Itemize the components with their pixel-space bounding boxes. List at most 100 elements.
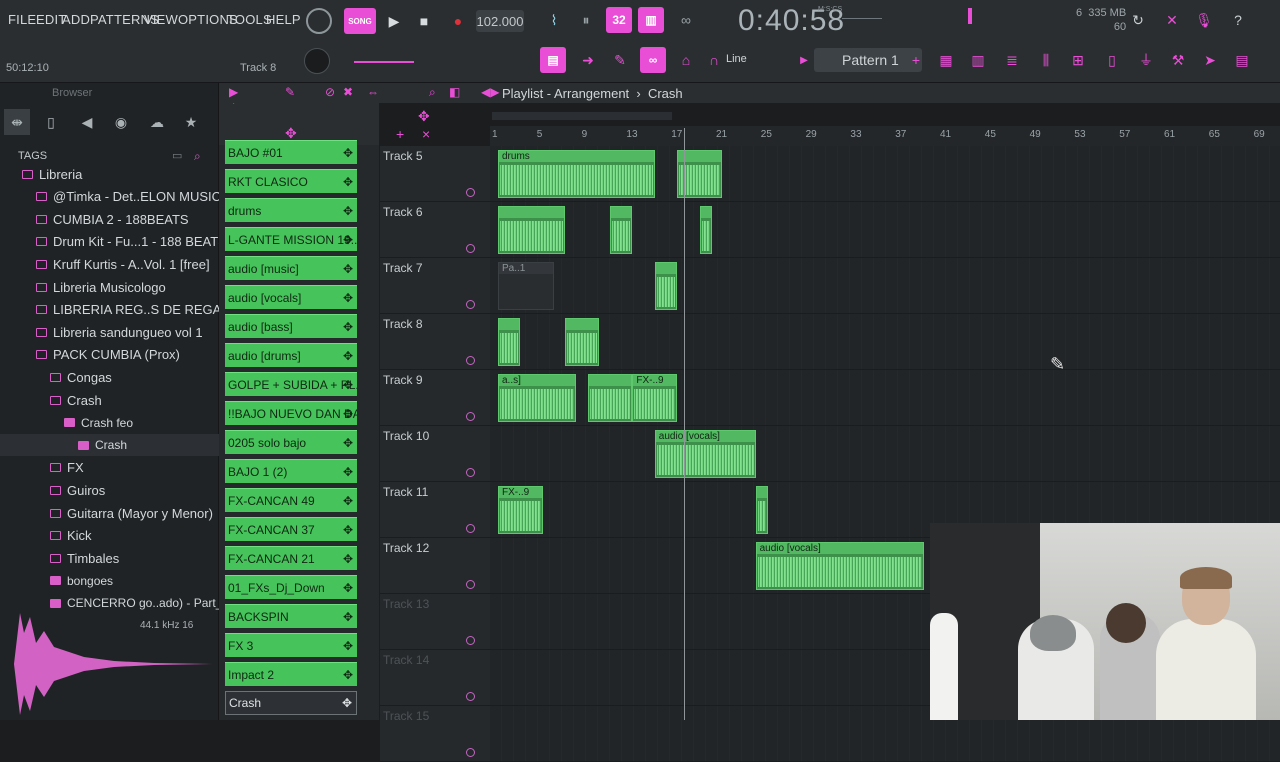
master-volume-knob[interactable] [306,8,332,34]
channel-button[interactable]: FX-CANCAN 49 ✥ [225,488,357,512]
track-header[interactable]: Track 12 [380,538,490,594]
browser-item[interactable]: Libreria [0,163,234,185]
channel-button[interactable]: audio [music] ✥ [225,256,357,280]
pencil-icon[interactable]: ✎ [608,48,632,72]
overview-scrollbar[interactable] [492,112,672,120]
audio-clip[interactable]: FX-..9 [498,486,543,534]
audio-clip[interactable] [498,318,521,366]
channel-button[interactable]: 01_FXs_Dj_Down ✥ [225,575,357,599]
draw-tool-icon[interactable]: ✎ [285,85,295,99]
channel-drag-icon[interactable]: ✥ [343,436,353,450]
track-mute-icon[interactable] [466,524,475,533]
playlist-icon[interactable]: ▤ [540,47,566,73]
current-project-icon[interactable]: ▯ [38,109,64,135]
audio-clip[interactable] [587,374,633,422]
track-mute-icon[interactable] [466,188,475,197]
piano-roll-icon[interactable]: ≣ [1000,48,1024,72]
channel-button[interactable]: audio [drums] ✥ [225,343,357,367]
folder-icon[interactable]: ▭ [172,149,182,162]
playlist-menu-icon[interactable]: ▶ [229,85,238,99]
plugin-icon[interactable]: ✕ [1160,8,1184,32]
scroll-icon[interactable]: ✥ [418,108,430,125]
channel-button[interactable]: !!BAJO NUEVO DAN DA.. ✥ [225,401,357,425]
favorites-icon[interactable]: ★ [178,109,204,135]
grid-icon[interactable]: ▤ [1230,48,1254,72]
browser-item[interactable]: Kruff Kurtis - A..Vol. 1 [free] [0,253,248,275]
magnet-icon[interactable]: ⌂ [674,48,698,72]
audio-clip[interactable]: drums [498,150,655,198]
slip-tool-icon[interactable]: ⇔ [367,85,379,99]
delete-tool-icon[interactable]: ⊘ [325,85,335,99]
channel-drag-icon[interactable]: ✥ [343,639,353,653]
channel-rack-icon[interactable]: ▥ [966,48,990,72]
send-icon[interactable]: ➤ [1198,48,1222,72]
channel-drag-icon[interactable]: ✥ [343,146,353,160]
track-mute-icon[interactable] [466,692,475,701]
browser-item[interactable]: Drum Kit - Fu...1 - 188 BEATS [0,231,248,253]
audio-clip[interactable]: audio [vocals] [755,542,924,590]
audio-clip[interactable] [699,206,712,254]
channel-button[interactable]: Impact 2 ✥ [225,662,357,686]
track-lane[interactable] [490,426,1280,482]
channel-drag-icon[interactable]: ✥ [343,204,353,218]
track-mute-icon[interactable] [466,300,475,309]
channel-drag-icon[interactable]: ✥ [343,349,353,363]
audio-clip[interactable]: FX-..9 [632,374,678,422]
channel-button[interactable]: BAJO 1 (2) ✥ [225,459,357,483]
channel-drag-icon[interactable]: ✥ [343,175,353,189]
channel-drag-icon[interactable]: ✥ [343,407,353,421]
channel-drag-icon[interactable]: ✥ [343,523,353,537]
track-lane[interactable] [490,314,1280,370]
refresh-icon[interactable]: ↻ [1126,8,1150,32]
browser-item[interactable]: CUMBIA 2 - 188BEATS [0,208,248,230]
audio-clip[interactable] [565,318,599,366]
tree-icon[interactable]: ⊞ [1066,48,1090,72]
audio-clip[interactable]: audio [vocals] [654,430,756,478]
channel-drag-icon[interactable]: ✥ [343,494,353,508]
channel-button[interactable]: audio [bass] ✥ [225,314,357,338]
channel-button[interactable]: GOLPE + SUBIDA + PL.. ✥ [225,372,357,396]
mixer-icon[interactable]: ▦ [934,48,958,72]
channel-drag-icon[interactable]: ✥ [343,581,353,595]
track-lane[interactable] [490,258,1280,314]
track-lane[interactable] [490,202,1280,258]
menu-file[interactable]: FILE [8,12,36,27]
add-track-icon[interactable]: + [396,126,404,142]
tempo-display[interactable]: 102.000 [476,10,524,32]
channel-drag-icon[interactable]: ✥ [343,465,353,479]
mute-tool-icon[interactable]: ✖ [343,85,353,99]
snap-icon[interactable]: ∩ [702,48,726,72]
channel-drag-icon[interactable]: ✥ [343,233,353,247]
track-header[interactable]: Track 10 [380,426,490,482]
zoom-tool-icon[interactable]: ⌕ [429,85,436,100]
browser-item[interactable]: PACK CUMBIA (Prox) [0,344,248,366]
plug-icon[interactable]: ⏚ [1134,48,1158,72]
browser-item[interactable]: @Timka - Det..ELON MUSIC_ [0,186,248,208]
link-icon[interactable]: ∞ [640,47,666,73]
pattern-play-icon[interactable]: ▶ [792,48,816,72]
track-mute-icon[interactable] [466,748,475,757]
metronome-icon[interactable]: ⌇ [542,8,566,32]
channel-drag-icon[interactable]: ✥ [343,291,353,305]
track-header[interactable]: Track 6 [380,202,490,258]
track-mute-icon[interactable] [466,412,475,421]
countdown-icon[interactable]: 32 [606,7,632,33]
audio-clip[interactable]: a..s] [498,374,577,422]
channel-drag-icon[interactable]: ✥ [343,320,353,334]
cloud-icon[interactable]: ☁ [144,109,170,135]
channel-button[interactable]: 0205 solo bajo ✥ [225,430,357,454]
help-icon[interactable]: ? [1226,8,1250,32]
wait-icon[interactable]: ⏸ [574,8,598,32]
song-mode-toggle[interactable]: SONG [344,8,376,34]
audio-clip[interactable] [755,486,768,534]
channel-button[interactable]: FX-CANCAN 21 ✥ [225,546,357,570]
audio-clip[interactable] [654,262,678,310]
track-mute-icon[interactable] [466,356,475,365]
play-icon[interactable]: ▶ [382,9,406,33]
all-files-icon[interactable]: ⇼ [4,109,30,135]
audio-clip[interactable]: Pa..1 [498,262,554,310]
stop-icon[interactable]: ■ [412,9,436,33]
channel-drag-icon[interactable]: ✥ [343,378,353,392]
channel-button[interactable]: RKT CLASICO ✥ [225,169,357,193]
track-mute-icon[interactable] [466,468,475,477]
